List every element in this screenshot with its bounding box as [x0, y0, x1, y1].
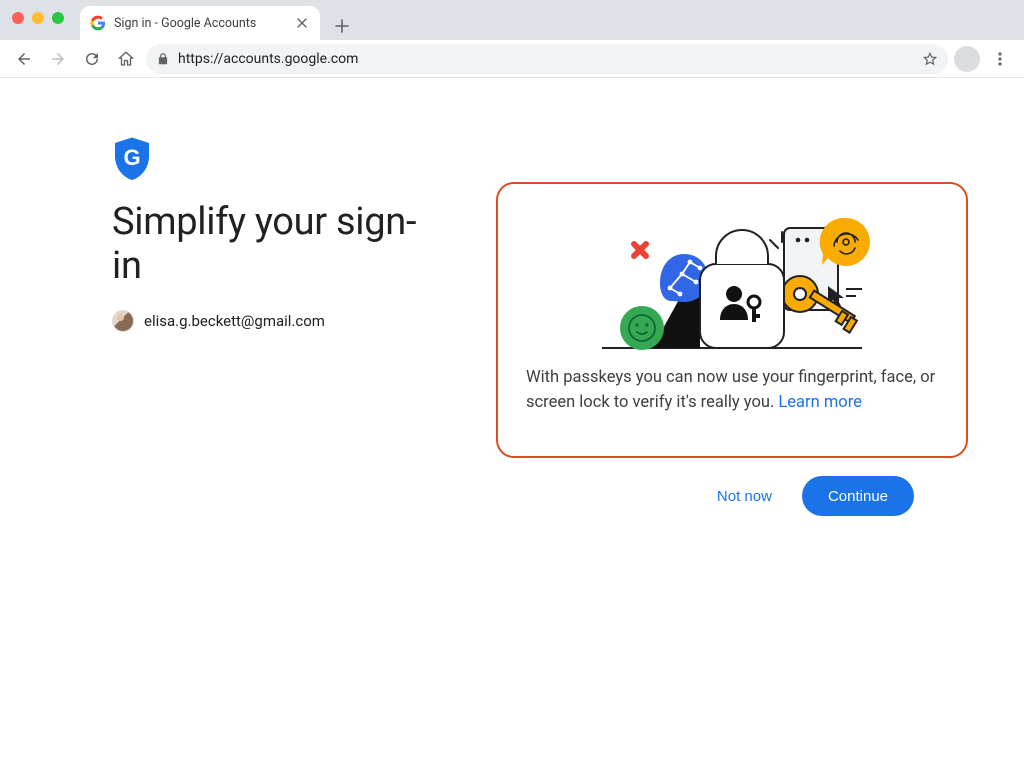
- back-button[interactable]: [10, 45, 38, 73]
- home-button[interactable]: [112, 45, 140, 73]
- account-email: elisa.g.beckett@gmail.com: [144, 312, 325, 330]
- browser-toolbar: https://accounts.google.com: [0, 40, 1024, 78]
- tab-strip: Sign in - Google Accounts: [0, 0, 1024, 40]
- page-content: G Simplify your sign-in elisa.g.beckett@…: [0, 78, 1024, 516]
- action-row: Not now Continue: [711, 476, 914, 516]
- google-favicon-icon: [90, 15, 106, 31]
- window-minimize-button[interactable]: [32, 12, 44, 24]
- passkey-illustration-icon: [582, 198, 882, 358]
- account-avatar-icon: [112, 310, 134, 332]
- account-chip[interactable]: elisa.g.beckett@gmail.com: [112, 310, 436, 332]
- reload-button[interactable]: [78, 45, 106, 73]
- tab-close-button[interactable]: [294, 15, 310, 31]
- continue-button[interactable]: Continue: [802, 476, 914, 516]
- chrome-menu-button[interactable]: [986, 45, 1014, 73]
- browser-tab[interactable]: Sign in - Google Accounts: [80, 6, 320, 40]
- svg-text:G: G: [123, 145, 140, 170]
- window-zoom-button[interactable]: [52, 12, 64, 24]
- tab-title: Sign in - Google Accounts: [114, 16, 256, 31]
- not-now-button[interactable]: Not now: [711, 487, 778, 506]
- forward-button[interactable]: [44, 45, 72, 73]
- url-text: https://accounts.google.com: [178, 51, 914, 67]
- profile-avatar-button[interactable]: [954, 46, 980, 72]
- browser-chrome: Sign in - Google Accounts https://accoun…: [0, 0, 1024, 78]
- bookmark-star-icon[interactable]: [922, 51, 938, 67]
- new-tab-button[interactable]: [328, 12, 356, 40]
- passkey-description: With passkeys you can now use your finge…: [526, 366, 938, 416]
- address-bar[interactable]: https://accounts.google.com: [146, 44, 948, 74]
- window-close-button[interactable]: [12, 12, 24, 24]
- passkey-card: With passkeys you can now use your finge…: [496, 182, 968, 458]
- passkey-description-text: With passkeys you can now use your finge…: [526, 368, 935, 412]
- learn-more-link[interactable]: Learn more: [778, 393, 861, 412]
- page-heading: Simplify your sign-in: [112, 200, 436, 288]
- window-controls: [12, 12, 64, 24]
- google-shield-icon: G: [112, 136, 968, 182]
- lock-icon: [156, 52, 170, 66]
